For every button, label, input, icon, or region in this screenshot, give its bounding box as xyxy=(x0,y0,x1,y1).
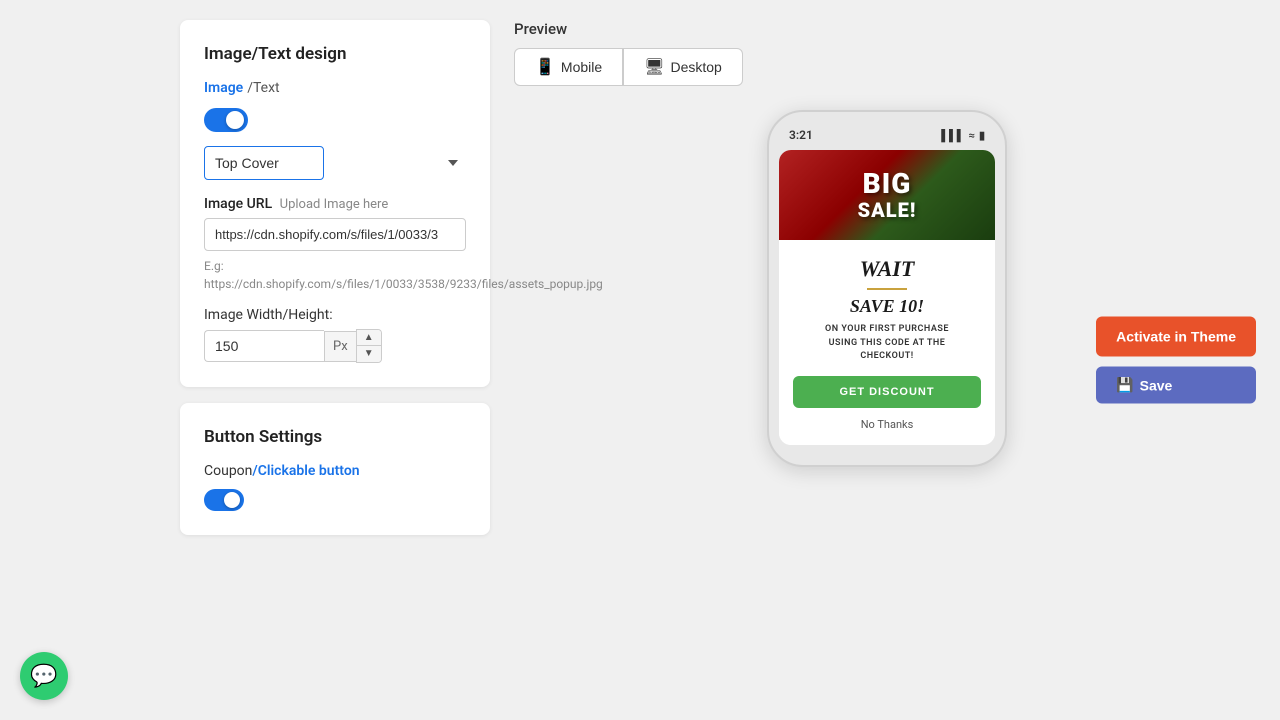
wifi-icon: ≈ xyxy=(969,129,975,142)
popup-body: WAIT SAVE 10! ON YOUR FIRST PURCHASE USI… xyxy=(779,240,995,445)
save-text: SAVE 10! xyxy=(793,296,981,317)
image-text-design-card: Image/Text design Image /Text Top Cover … xyxy=(180,20,490,387)
toggle-image-label: Image xyxy=(204,80,243,96)
cover-select[interactable]: Top Cover Left Right Bottom Cover xyxy=(204,146,324,180)
spinner-down[interactable]: ▼ xyxy=(357,346,381,362)
coupon-toggle-thumb xyxy=(224,492,240,508)
preview-label: Preview xyxy=(514,20,1260,38)
left-panel: Image/Text design Image /Text Top Cover … xyxy=(180,20,490,700)
no-thanks-link[interactable]: No Thanks xyxy=(793,418,981,431)
coupon-toggle[interactable] xyxy=(204,489,244,511)
sale-banner-text: BIG SALE! xyxy=(858,169,917,222)
desktop-icon: 🖥 xyxy=(644,57,664,77)
phone-screen: BIG SALE! WAIT SAVE 10! ON YOUR FIRST PU… xyxy=(779,150,995,445)
save-icon: 💾 xyxy=(1116,377,1133,394)
status-time: 3:21 xyxy=(789,128,813,142)
toggle-thumb xyxy=(226,111,244,129)
dimensions-input-row: Px ▲ ▼ xyxy=(204,329,466,363)
dimensions-input[interactable] xyxy=(204,330,324,362)
select-arrow-icon xyxy=(448,160,458,166)
tab-mobile[interactable]: 📱 Mobile xyxy=(514,48,623,86)
clickable-label: /Clickable button xyxy=(252,463,359,479)
tab-desktop-label: Desktop xyxy=(670,59,721,75)
card-title-button-settings: Button Settings xyxy=(204,427,466,447)
tab-desktop[interactable]: 🖥 Desktop xyxy=(623,48,743,86)
sidebar xyxy=(0,0,160,720)
phone-container: 3:21 ▌▌▌ ≈ ▮ BIG SALE! xyxy=(514,110,1260,700)
button-settings-card: Button Settings Coupon/Clickable button xyxy=(180,403,490,535)
phone-status-bar: 3:21 ▌▌▌ ≈ ▮ xyxy=(779,128,995,150)
coupon-row: Coupon/Clickable button xyxy=(204,463,466,479)
sale-banner: BIG SALE! xyxy=(779,150,995,240)
spinner-buttons: ▲ ▼ xyxy=(356,329,382,363)
page-wrapper: Image/Text design Image /Text Top Cover … xyxy=(0,0,1280,720)
battery-icon: ▮ xyxy=(979,129,985,142)
status-icons: ▌▌▌ ≈ ▮ xyxy=(941,129,985,142)
action-buttons: Activate in Theme 💾 Save xyxy=(1096,317,1256,404)
banner-line1: BIG xyxy=(858,169,917,200)
signal-icon: ▌▌▌ xyxy=(941,129,964,142)
mobile-icon: 📱 xyxy=(535,57,555,77)
px-label: Px xyxy=(324,331,356,362)
upload-sublabel: Upload Image here xyxy=(280,197,389,212)
activate-in-theme-button[interactable]: Activate in Theme xyxy=(1096,317,1256,357)
spinner-up[interactable]: ▲ xyxy=(357,330,381,346)
example-text: E.g: https://cdn.shopify.com/s/files/1/0… xyxy=(204,257,466,293)
toggle-text-label: /Text xyxy=(247,80,279,96)
chat-icon: 💬 xyxy=(30,664,57,689)
preview-tabs: 📱 Mobile 🖥 Desktop xyxy=(514,48,1260,86)
wait-text: WAIT xyxy=(793,256,981,282)
image-text-toggle-row: Image /Text xyxy=(204,80,466,96)
save-label: Save xyxy=(1140,377,1173,393)
desc-text: ON YOUR FIRST PURCHASE USING THIS CODE A… xyxy=(793,323,981,364)
phone-mockup: 3:21 ▌▌▌ ≈ ▮ BIG SALE! xyxy=(767,110,1007,467)
image-url-input[interactable] xyxy=(204,218,466,251)
image-text-toggle[interactable] xyxy=(204,108,248,132)
card-title-image-text: Image/Text design xyxy=(204,44,466,64)
gold-divider xyxy=(867,288,907,290)
save-button[interactable]: 💾 Save xyxy=(1096,367,1256,404)
banner-line2: SALE! xyxy=(858,199,917,221)
coupon-label: Coupon xyxy=(204,463,252,479)
cover-select-wrapper: Top Cover Left Right Bottom Cover xyxy=(204,146,466,180)
image-url-label: Image URL Upload Image here xyxy=(204,196,466,212)
tab-mobile-label: Mobile xyxy=(561,59,602,75)
get-discount-button[interactable]: GET DISCOUNT xyxy=(793,376,981,408)
chat-bubble[interactable]: 💬 xyxy=(20,652,68,700)
dimensions-label: Image Width/Height: xyxy=(204,307,466,323)
